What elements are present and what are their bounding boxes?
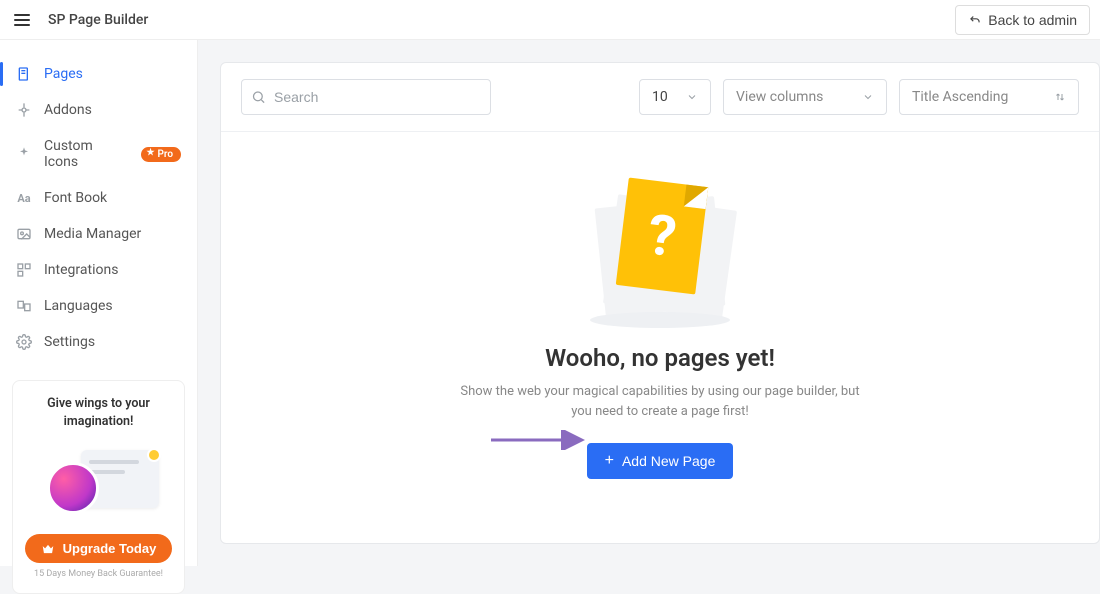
search-icon <box>251 90 266 105</box>
search-input[interactable] <box>241 79 491 115</box>
gear-icon <box>16 334 32 350</box>
upgrade-button[interactable]: Upgrade Today <box>25 534 173 563</box>
sort-select[interactable]: Title Ascending <box>899 79 1079 115</box>
sidebar-item-label: Custom Icons <box>44 138 129 170</box>
sidebar-item-integrations[interactable]: Integrations <box>0 252 197 288</box>
sidebar-item-label: Pages <box>44 66 83 82</box>
view-columns-label: View columns <box>736 89 823 105</box>
sidebar-item-font-book[interactable]: Aa Font Book <box>0 180 197 216</box>
cta-label: Add New Page <box>622 453 715 469</box>
empty-state: ? Wooho, no pages yet! Show the web your… <box>221 132 1099 543</box>
chevron-down-icon <box>686 91 698 103</box>
page-size-select[interactable]: 10 <box>639 79 711 115</box>
promo-title: Give wings to your imagination! <box>23 395 174 430</box>
add-new-page-button[interactable]: + Add New Page <box>587 443 734 479</box>
sort-arrows-icon <box>1054 91 1066 103</box>
sidebar: Pages Addons Custom Icons Pro Aa Font Bo… <box>0 40 198 566</box>
annotation-arrow <box>491 430 591 450</box>
upgrade-promo: Give wings to your imagination! Upgrade … <box>12 380 185 594</box>
sidebar-item-custom-icons[interactable]: Custom Icons Pro <box>0 128 197 180</box>
media-icon <box>16 226 32 242</box>
question-mark-icon: ? <box>644 202 680 271</box>
main-content: 10 View columns Title Ascending ? <box>198 40 1100 566</box>
view-columns-select[interactable]: View columns <box>723 79 887 115</box>
addons-icon <box>16 102 32 118</box>
toolbar: 10 View columns Title Ascending <box>221 63 1099 132</box>
promo-illustration <box>39 444 159 524</box>
empty-subtitle: Show the web your magical capabilities b… <box>460 382 860 421</box>
pages-icon <box>16 66 32 82</box>
sidebar-item-label: Languages <box>44 298 113 314</box>
sidebar-item-label: Addons <box>44 102 92 118</box>
content-panel: 10 View columns Title Ascending ? <box>220 62 1100 544</box>
chevron-down-icon <box>862 91 874 103</box>
promo-subtext: 15 Days Money Back Guarantee! <box>23 569 174 579</box>
nav-list: Pages Addons Custom Icons Pro Aa Font Bo… <box>0 56 197 360</box>
sidebar-item-addons[interactable]: Addons <box>0 92 197 128</box>
integrations-icon <box>16 262 32 278</box>
topbar-left: SP Page Builder <box>10 10 148 30</box>
page-size-value: 10 <box>652 89 668 105</box>
empty-illustration: ? <box>570 172 750 332</box>
sidebar-item-label: Font Book <box>44 190 107 206</box>
sort-label: Title Ascending <box>912 89 1008 105</box>
sidebar-item-media-manager[interactable]: Media Manager <box>0 216 197 252</box>
sidebar-item-label: Settings <box>44 334 95 350</box>
back-to-admin-button[interactable]: Back to admin <box>955 5 1090 35</box>
promo-avatar <box>47 462 99 514</box>
search-wrap <box>241 79 491 115</box>
languages-icon <box>16 298 32 314</box>
menu-toggle[interactable] <box>10 10 34 30</box>
sparkle-icon <box>16 146 32 162</box>
pro-badge: Pro <box>141 147 181 162</box>
topbar: SP Page Builder Back to admin <box>0 0 1100 40</box>
empty-title: Wooho, no pages yet! <box>545 344 775 372</box>
font-icon: Aa <box>16 190 32 206</box>
sidebar-item-languages[interactable]: Languages <box>0 288 197 324</box>
sidebar-item-settings[interactable]: Settings <box>0 324 197 360</box>
sidebar-item-label: Integrations <box>44 262 118 278</box>
crown-icon <box>41 542 55 556</box>
app-title: SP Page Builder <box>48 12 148 28</box>
upgrade-label: Upgrade Today <box>63 541 157 556</box>
back-label: Back to admin <box>988 12 1077 28</box>
undo-icon <box>968 13 982 27</box>
sidebar-item-label: Media Manager <box>44 226 141 242</box>
sidebar-item-pages[interactable]: Pages <box>0 56 197 92</box>
